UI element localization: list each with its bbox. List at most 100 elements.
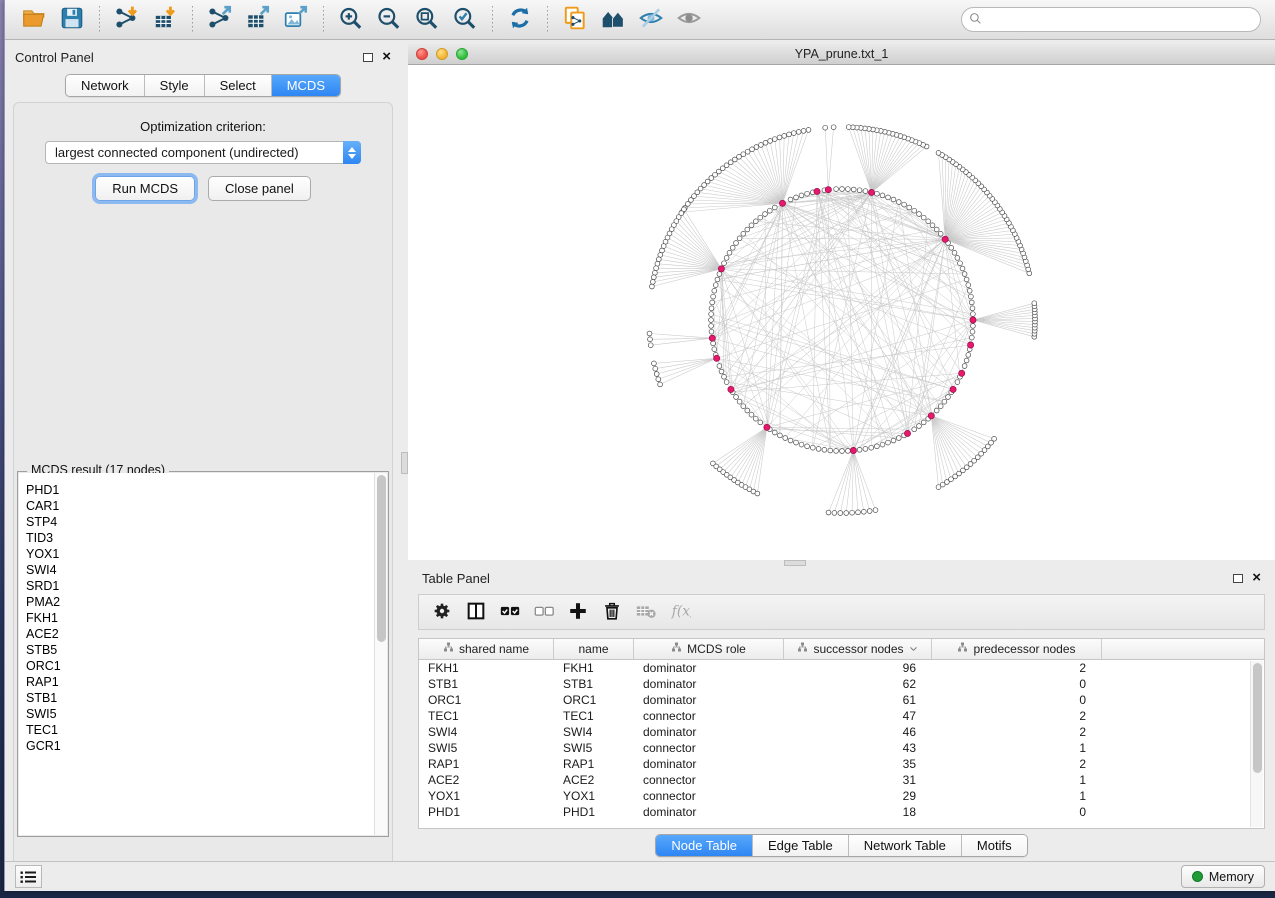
cell-MCDS-role[interactable]: connector (634, 740, 784, 756)
cell-successor-nodes[interactable]: 35 (784, 756, 932, 772)
cell-name[interactable]: SWI5 (554, 740, 634, 756)
cell-MCDS-role[interactable]: dominator (634, 724, 784, 740)
cell-successor-nodes[interactable]: 43 (784, 740, 932, 756)
run-mcds-button[interactable]: Run MCDS (95, 176, 195, 201)
cell-shared-name[interactable]: ORC1 (419, 692, 554, 708)
table-row[interactable]: FKH1FKH1dominator962 (419, 660, 1264, 676)
column-header-successor-nodes[interactable]: successor nodes (784, 639, 932, 659)
memory-button[interactable]: Memory (1181, 865, 1265, 888)
mcds-result-item[interactable]: STP4 (26, 514, 387, 530)
cell-name[interactable]: PHD1 (554, 804, 634, 820)
cell-MCDS-role[interactable]: connector (634, 772, 784, 788)
cell-successor-nodes[interactable]: 29 (784, 788, 932, 804)
tab-style[interactable]: Style (145, 75, 205, 96)
export-network-button[interactable] (204, 4, 236, 36)
float-table-panel-icon[interactable] (1233, 574, 1243, 583)
table-row[interactable]: ACE2ACE2connector311 (419, 772, 1264, 788)
cell-MCDS-role[interactable]: connector (634, 788, 784, 804)
cell-MCDS-role[interactable]: dominator (634, 692, 784, 708)
table-scrollbar[interactable] (1250, 661, 1263, 827)
mcds-list-scrollbar[interactable] (374, 473, 387, 835)
column-visibility-button[interactable] (459, 597, 493, 627)
cell-name[interactable]: STB1 (554, 676, 634, 692)
search-input[interactable] (961, 7, 1261, 32)
mcds-result-item[interactable]: SRD1 (26, 578, 387, 594)
save-button[interactable] (56, 4, 88, 36)
tab-network[interactable]: Network (66, 75, 145, 96)
show-panels-button[interactable] (15, 865, 42, 888)
mcds-result-item[interactable]: GCR1 (26, 738, 387, 754)
cell-predecessor-nodes[interactable]: 0 (932, 804, 1102, 820)
cell-predecessor-nodes[interactable]: 2 (932, 708, 1102, 724)
export-image-button[interactable] (280, 4, 312, 36)
cell-successor-nodes[interactable]: 62 (784, 676, 932, 692)
select-all-button[interactable] (493, 597, 527, 627)
cell-predecessor-nodes[interactable]: 2 (932, 756, 1102, 772)
import-table-button[interactable] (149, 4, 181, 36)
panel-divider[interactable] (401, 44, 408, 861)
column-header-shared-name[interactable]: shared name (419, 639, 554, 659)
deselect-all-button[interactable] (527, 597, 561, 627)
mcds-result-item[interactable]: ORC1 (26, 658, 387, 674)
cell-shared-name[interactable]: STB1 (419, 676, 554, 692)
network-window-titlebar[interactable]: YPA_prune.txt_1 (408, 44, 1275, 65)
mcds-result-item[interactable]: CAR1 (26, 498, 387, 514)
mcds-result-item[interactable]: SWI4 (26, 562, 387, 578)
table-row[interactable]: YOX1YOX1connector291 (419, 788, 1264, 804)
criterion-select[interactable]: largest connected component (undirected) (45, 141, 361, 164)
tab-edge-table[interactable]: Edge Table (753, 835, 849, 856)
zoom-fit-button[interactable] (411, 4, 443, 36)
cell-MCDS-role[interactable]: connector (634, 708, 784, 724)
cell-predecessor-nodes[interactable]: 1 (932, 788, 1102, 804)
table-row[interactable]: STB1STB1dominator620 (419, 676, 1264, 692)
import-network-button[interactable] (111, 4, 143, 36)
tab-mcds[interactable]: MCDS (272, 75, 340, 96)
open-button[interactable] (18, 4, 50, 36)
cell-name[interactable]: ORC1 (554, 692, 634, 708)
cell-MCDS-role[interactable]: dominator (634, 804, 784, 820)
table-row[interactable]: SWI5SWI5connector431 (419, 740, 1264, 756)
mcds-result-item[interactable]: TID3 (26, 530, 387, 546)
apply-layout-button[interactable] (504, 4, 536, 36)
cell-MCDS-role[interactable]: dominator (634, 756, 784, 772)
cell-successor-nodes[interactable]: 46 (784, 724, 932, 740)
cell-predecessor-nodes[interactable]: 1 (932, 740, 1102, 756)
cell-successor-nodes[interactable]: 18 (784, 804, 932, 820)
mcds-result-item[interactable]: PMA2 (26, 594, 387, 610)
delete-button[interactable] (595, 597, 629, 627)
cell-predecessor-nodes[interactable]: 2 (932, 724, 1102, 740)
mcds-result-item[interactable]: STB5 (26, 642, 387, 658)
show-all-button[interactable] (673, 4, 705, 36)
cell-shared-name[interactable]: SWI5 (419, 740, 554, 756)
tab-network-table[interactable]: Network Table (849, 835, 962, 856)
node-table[interactable]: shared namenameMCDS rolesuccessor nodesp… (418, 638, 1265, 829)
cell-name[interactable]: FKH1 (554, 660, 634, 676)
cell-predecessor-nodes[interactable]: 0 (932, 692, 1102, 708)
column-header-MCDS-role[interactable]: MCDS role (634, 639, 784, 659)
mcds-result-item[interactable]: PHD1 (26, 482, 387, 498)
cell-successor-nodes[interactable]: 47 (784, 708, 932, 724)
cell-successor-nodes[interactable]: 96 (784, 660, 932, 676)
cell-name[interactable]: SWI4 (554, 724, 634, 740)
cell-name[interactable]: ACE2 (554, 772, 634, 788)
first-neighbors-button[interactable] (597, 4, 629, 36)
mcds-result-item[interactable]: STB1 (26, 690, 387, 706)
close-panel-icon[interactable]: × (382, 52, 391, 62)
cell-MCDS-role[interactable]: dominator (634, 676, 784, 692)
mcds-result-item[interactable]: YOX1 (26, 546, 387, 562)
column-header-predecessor-nodes[interactable]: predecessor nodes (932, 639, 1102, 659)
divider-grabber[interactable] (401, 452, 408, 474)
table-row[interactable]: RAP1RAP1dominator352 (419, 756, 1264, 772)
cell-shared-name[interactable]: FKH1 (419, 660, 554, 676)
table-row[interactable]: ORC1ORC1dominator610 (419, 692, 1264, 708)
zoom-out-button[interactable] (373, 4, 405, 36)
export-table-button[interactable] (242, 4, 274, 36)
cell-shared-name[interactable]: RAP1 (419, 756, 554, 772)
cell-shared-name[interactable]: YOX1 (419, 788, 554, 804)
cell-predecessor-nodes[interactable]: 0 (932, 676, 1102, 692)
cell-successor-nodes[interactable]: 61 (784, 692, 932, 708)
cell-shared-name[interactable]: TEC1 (419, 708, 554, 724)
column-header-name[interactable]: name (554, 639, 634, 659)
tab-motifs[interactable]: Motifs (962, 835, 1027, 856)
cell-predecessor-nodes[interactable]: 2 (932, 660, 1102, 676)
